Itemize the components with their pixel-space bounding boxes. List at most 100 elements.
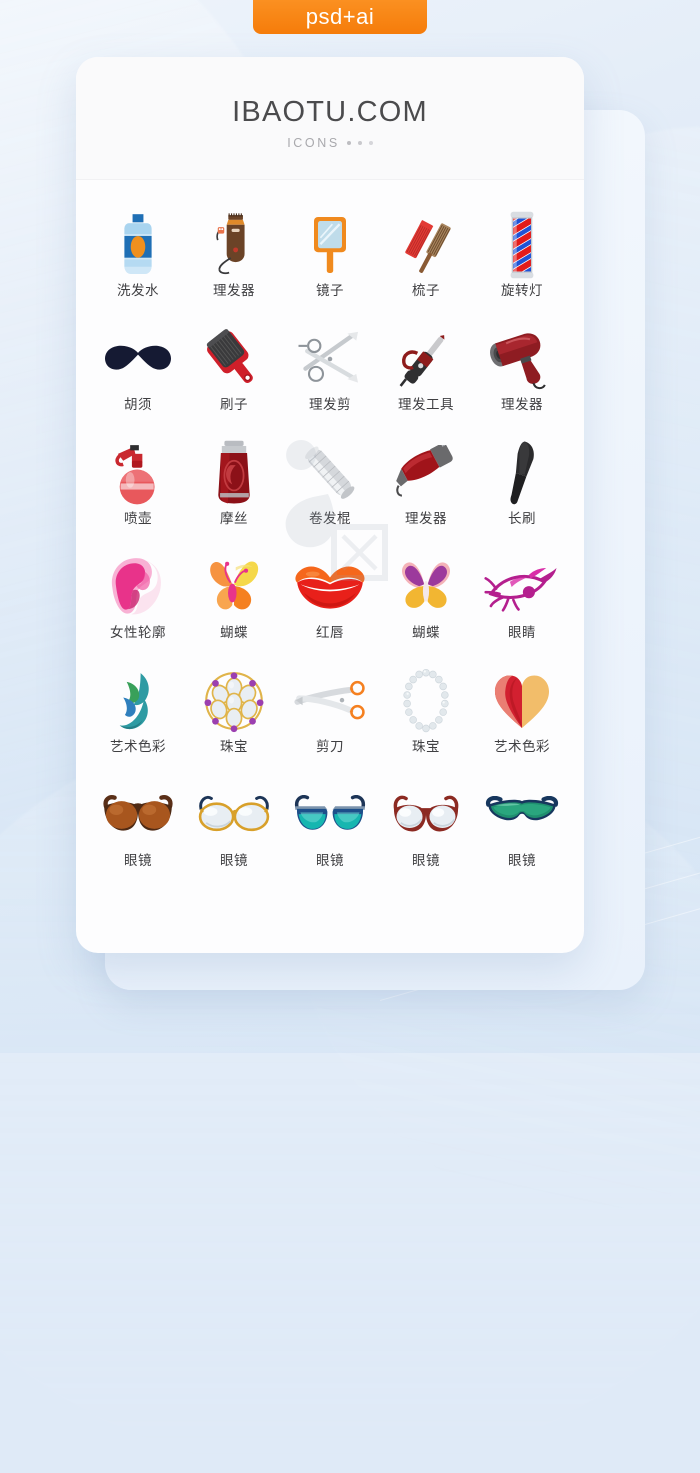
- icon-grid: 洗发水 理发器 镜子 梳子 旋转灯 胡须 刷子 理发剪 理发工具 理发器 喷壶 …: [76, 180, 584, 890]
- pearl-necklace-icon: [380, 662, 472, 740]
- icon-cell[interactable]: 长刷: [474, 434, 570, 548]
- eyeglasses-gold-icon: [188, 776, 280, 854]
- icon-cell[interactable]: 洗发水: [90, 206, 186, 320]
- hair-clipper-icon: [188, 206, 280, 284]
- gem-brooch-icon: [188, 662, 280, 740]
- icon-label: 眼镜: [412, 853, 440, 868]
- icon-label: 长刷: [508, 511, 536, 526]
- icon-label: 珠宝: [220, 739, 248, 754]
- clipper-red-icon: [380, 434, 472, 512]
- dot-icon: [368, 141, 373, 145]
- icon-label: 红唇: [316, 625, 344, 640]
- icon-cell[interactable]: 红唇: [282, 548, 378, 662]
- icon-label: 镜子: [316, 283, 344, 298]
- icon-label: 理发工具: [398, 397, 454, 412]
- icon-label: 理发器: [405, 511, 447, 526]
- shampoo-bottle-icon: [92, 206, 184, 284]
- icon-label: 眼镜: [316, 853, 344, 868]
- page-title: IBAOTU.COM: [232, 96, 428, 128]
- icon-cell[interactable]: 摩丝: [186, 434, 282, 548]
- curling-iron-icon: [380, 320, 472, 398]
- icon-label: 刷子: [220, 397, 248, 412]
- scissors-orange-icon: [284, 662, 376, 740]
- mousse-tube-icon: [188, 434, 280, 512]
- icon-cell[interactable]: 理发器: [186, 206, 282, 320]
- icon-label: 眼睛: [508, 625, 536, 640]
- icon-cell[interactable]: 理发剪: [282, 320, 378, 434]
- female-silhouette-icon: [92, 548, 184, 626]
- icon-label: 眼镜: [124, 853, 152, 868]
- icon-cell[interactable]: 旋转灯: [474, 206, 570, 320]
- icon-cell[interactable]: 女性轮廓: [90, 548, 186, 662]
- spray-bottle-icon: [92, 434, 184, 512]
- paddle-brush-icon: [188, 320, 280, 398]
- icon-label: 眼镜: [508, 853, 536, 868]
- badge-label: psd+ai: [305, 4, 375, 29]
- dot-icon: [357, 141, 362, 145]
- icon-cell[interactable]: 胡须: [90, 320, 186, 434]
- hand-mirror-icon: [284, 206, 376, 284]
- icon-cell[interactable]: 眼镜: [378, 776, 474, 890]
- icon-cell[interactable]: 眼睛: [474, 548, 570, 662]
- icon-label: 理发器: [213, 283, 255, 298]
- icon-label: 理发器: [501, 397, 543, 412]
- icon-cell[interactable]: 蝴蝶: [378, 548, 474, 662]
- icon-label: 卷发棍: [309, 511, 351, 526]
- icon-label: 梳子: [412, 283, 440, 298]
- icon-label: 艺术色彩: [494, 739, 550, 754]
- card-header: IBAOTU.COM ICONS: [76, 57, 584, 180]
- barber-pole-icon: [476, 206, 568, 284]
- icon-label: 珠宝: [412, 739, 440, 754]
- curling-rod-icon: [284, 434, 376, 512]
- icon-set-card: IBAOTU.COM ICONS 洗发水 理发器 镜子 梳子 旋转灯 胡须 刷子…: [76, 57, 584, 953]
- icon-cell[interactable]: 艺术色彩: [474, 662, 570, 776]
- icon-cell[interactable]: 眼镜: [474, 776, 570, 890]
- comb-pair-icon: [380, 206, 472, 284]
- eye-lash-icon: [476, 548, 568, 626]
- mustache-icon: [92, 320, 184, 398]
- icon-cell[interactable]: 理发器: [378, 434, 474, 548]
- icon-label: 理发剪: [309, 397, 351, 412]
- eyeglasses-red-icon: [380, 776, 472, 854]
- icon-label: 女性轮廓: [110, 625, 166, 640]
- subtitle-row: ICONS: [287, 136, 373, 150]
- icon-label: 眼镜: [220, 853, 248, 868]
- sport-sunglasses-icon: [476, 776, 568, 854]
- icon-cell[interactable]: 眼镜: [282, 776, 378, 890]
- icon-label: 旋转灯: [501, 283, 543, 298]
- icon-label: 蝴蝶: [220, 625, 248, 640]
- icon-cell[interactable]: 喷壶: [90, 434, 186, 548]
- icon-label: 胡须: [124, 397, 152, 412]
- icon-cell[interactable]: 理发工具: [378, 320, 474, 434]
- icon-cell[interactable]: 艺术色彩: [90, 662, 186, 776]
- art-color-teal-icon: [92, 662, 184, 740]
- icon-cell[interactable]: 剪刀: [282, 662, 378, 776]
- dot-icon: [346, 141, 351, 145]
- icon-cell[interactable]: 珠宝: [186, 662, 282, 776]
- sunglasses-blue-icon: [284, 776, 376, 854]
- hair-dryer-icon: [476, 320, 568, 398]
- icon-label: 摩丝: [220, 511, 248, 526]
- butterfly-purple-icon: [380, 548, 472, 626]
- icon-cell[interactable]: 理发器: [474, 320, 570, 434]
- icon-cell[interactable]: 眼镜: [186, 776, 282, 890]
- page-subtitle: ICONS: [287, 136, 340, 150]
- icon-cell[interactable]: 镜子: [282, 206, 378, 320]
- icon-cell[interactable]: 卷发棍: [282, 434, 378, 548]
- shears-icon: [284, 320, 376, 398]
- butterfly-warm-icon: [188, 548, 280, 626]
- red-lips-icon: [284, 548, 376, 626]
- psd-ai-badge: psd+ai: [253, 0, 427, 34]
- icon-label: 喷壶: [124, 511, 152, 526]
- icon-cell[interactable]: 珠宝: [378, 662, 474, 776]
- icon-cell[interactable]: 蝴蝶: [186, 548, 282, 662]
- icon-cell[interactable]: 刷子: [186, 320, 282, 434]
- art-color-heart-icon: [476, 662, 568, 740]
- sunglasses-brown-icon: [92, 776, 184, 854]
- tint-brush-icon: [476, 434, 568, 512]
- icon-label: 艺术色彩: [110, 739, 166, 754]
- icon-cell[interactable]: 梳子: [378, 206, 474, 320]
- icon-cell[interactable]: 眼镜: [90, 776, 186, 890]
- icon-label: 蝴蝶: [412, 625, 440, 640]
- icon-label: 洗发水: [117, 283, 159, 298]
